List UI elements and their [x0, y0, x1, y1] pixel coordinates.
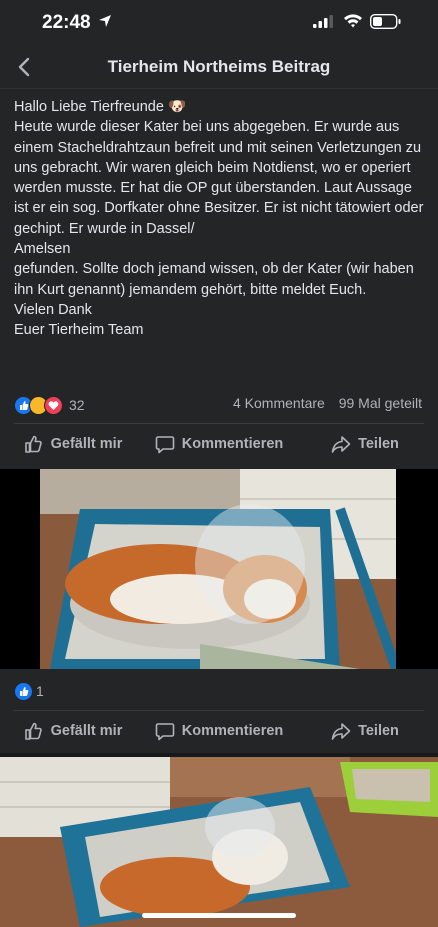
navigation-bar: Tierheim Northeims Beitrag	[0, 48, 438, 89]
post-action-bar: Gefällt mir Kommentieren Teilen	[0, 424, 438, 464]
app-screen: 22:48 Tierheim Northeims Beitrag Hallo L…	[0, 0, 438, 927]
cat-photo-2[interactable]	[0, 757, 438, 927]
like-button[interactable]: Gefällt mir	[0, 424, 146, 464]
like-label: Gefällt mir	[50, 723, 123, 739]
comment-bubble-icon	[155, 436, 175, 454]
photo-reaction-count: 1	[36, 683, 44, 699]
photo-frame	[0, 757, 438, 927]
battery-icon	[370, 14, 401, 29]
cat-photo-1[interactable]	[40, 469, 396, 669]
share-arrow-icon	[331, 436, 351, 453]
share-label: Teilen	[358, 436, 399, 452]
photo-frame	[0, 469, 438, 669]
love-reaction-icon	[44, 395, 63, 415]
comment-label: Kommentieren	[181, 723, 284, 739]
page-title: Tierheim Northeims Beitrag	[107, 57, 331, 76]
photo-comment-button[interactable]: Kommentieren	[146, 711, 292, 751]
photo-reaction-summary[interactable]: 1	[14, 681, 44, 701]
wifi-icon	[344, 14, 362, 28]
reaction-summary[interactable]: 32	[14, 395, 85, 415]
photo-meta-card: 1 Gefällt mir Kommentieren Teilen	[0, 669, 438, 753]
thumbs-up-icon	[24, 722, 42, 740]
cellular-signal-icon	[313, 15, 333, 28]
share-label: Teilen	[358, 723, 399, 739]
like-reaction-icon	[14, 681, 33, 701]
share-button[interactable]: Teilen	[292, 424, 438, 464]
photo-share-button[interactable]: Teilen	[292, 711, 438, 751]
home-indicator[interactable]	[142, 913, 296, 918]
post-stats: 4 Kommentare 99 Mal geteilt	[233, 395, 422, 411]
shares-count-link[interactable]: 99 Mal geteilt	[339, 395, 422, 411]
comments-count-link[interactable]: 4 Kommentare	[233, 395, 325, 411]
like-label: Gefällt mir	[50, 436, 123, 452]
photo-like-button[interactable]: Gefällt mir	[0, 711, 146, 751]
comment-label: Kommentieren	[181, 436, 284, 452]
location-arrow-icon	[99, 15, 111, 27]
post-text: Hallo Liebe Tierfreunde 🐶 Heute wurde di…	[14, 99, 424, 339]
post-card: Hallo Liebe Tierfreunde 🐶 Heute wurde di…	[0, 89, 438, 469]
status-bar: 22:48	[0, 0, 438, 48]
share-arrow-icon	[331, 723, 351, 740]
reaction-count: 32	[69, 397, 85, 413]
comment-button[interactable]: Kommentieren	[146, 424, 292, 464]
status-time: 22:48	[42, 12, 91, 33]
photo-action-bar: Gefällt mir Kommentieren Teilen	[0, 711, 438, 751]
thumbs-up-icon	[24, 435, 42, 453]
comment-bubble-icon	[155, 723, 175, 741]
